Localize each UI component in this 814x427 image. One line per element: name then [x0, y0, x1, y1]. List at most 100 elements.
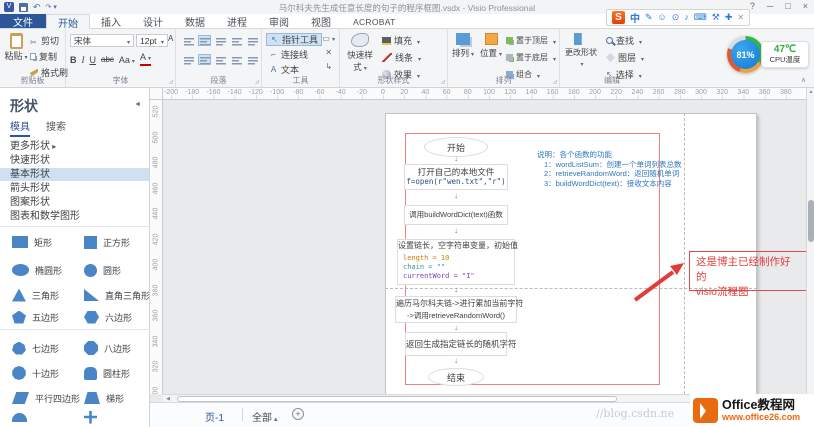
memory-usage-ball[interactable]: 81%: [727, 36, 764, 73]
shape-master[interactable]: [0, 407, 72, 427]
shape-master[interactable]: 十边形: [0, 363, 72, 383]
tab-insert[interactable]: 插入: [90, 14, 132, 29]
shape-master[interactable]: 正方形: [72, 232, 144, 252]
change-case-button[interactable]: Aa: [119, 55, 135, 65]
arrange-button[interactable]: 排列: [450, 33, 476, 59]
shape-master[interactable]: 梯形: [72, 388, 144, 408]
help-button[interactable]: ?: [750, 1, 755, 11]
connector-tool-button[interactable]: ⌐ 连接线: [266, 48, 322, 61]
fill-button[interactable]: 填充: [382, 34, 421, 47]
shape-master[interactable]: 圆形: [72, 260, 144, 280]
tab-search[interactable]: 搜索: [46, 118, 66, 137]
font-family-select[interactable]: 宋体: [70, 34, 134, 47]
close-button[interactable]: ×: [803, 1, 808, 11]
collapse-panel-icon[interactable]: [134, 98, 141, 108]
sidebar-item-charting-shapes[interactable]: 图表和数学图形: [0, 210, 149, 223]
function-notes-text[interactable]: 说明：各个函数的功能 1：wordListSum：创建一个单词列表总数 2：re…: [537, 150, 697, 188]
page-tab[interactable]: 页-1: [205, 409, 224, 424]
skin-icon[interactable]: ✚: [725, 11, 733, 24]
shape-master[interactable]: 七边形: [0, 338, 72, 358]
ime-close-icon[interactable]: ✕: [737, 13, 744, 22]
smiley-icon[interactable]: ☺: [658, 11, 667, 24]
align-top-icon[interactable]: [182, 54, 195, 65]
find-button[interactable]: 查找: [606, 34, 644, 47]
flow-step-traverse-chain[interactable]: 遍历马尔科夫链->进行累加当前字符 ->调用retrieveRandomWord…: [395, 296, 523, 323]
tab-design[interactable]: 设计: [132, 14, 174, 29]
copy-button[interactable]: 复制: [30, 50, 68, 63]
shape-master[interactable]: 八边形: [72, 338, 144, 358]
undo-icon[interactable]: [33, 2, 41, 13]
minimize-button[interactable]: ─: [767, 1, 773, 11]
shape-master[interactable]: 六边形: [72, 307, 144, 327]
shape-master[interactable]: 圆柱形: [72, 363, 144, 383]
shape-master[interactable]: 三角形: [0, 285, 72, 305]
font-color-button[interactable]: A: [139, 52, 151, 66]
shape-master[interactable]: 椭圆形: [0, 260, 72, 280]
bring-to-front-button[interactable]: 置于顶层: [506, 34, 556, 47]
save-icon[interactable]: [19, 2, 28, 12]
sidebar-item-more-shapes[interactable]: 更多形状: [0, 140, 149, 153]
layers-button[interactable]: 图层: [606, 51, 644, 64]
tab-data[interactable]: 数据: [174, 14, 216, 29]
align-middle-icon[interactable]: [198, 54, 211, 65]
send-to-back-button[interactable]: 置于底层: [506, 51, 556, 64]
flow-step-open-file[interactable]: 打开自己的本地文件 f=open(r"wen.txt","r"): [404, 164, 508, 190]
decrease-indent-icon[interactable]: [230, 54, 243, 65]
bullets-icon[interactable]: [230, 35, 243, 46]
sidebar-item-pattern-shapes[interactable]: 图案形状: [0, 196, 149, 209]
tab-acrobat[interactable]: ACROBAT: [342, 14, 407, 28]
mic-icon[interactable]: ♪: [684, 11, 689, 24]
sogou-logo-icon[interactable]: S: [612, 11, 625, 24]
ime-language-icon[interactable]: 中: [630, 10, 640, 25]
visio-app-icon[interactable]: [4, 2, 14, 12]
tab-review[interactable]: 审阅: [258, 14, 300, 29]
paste-button[interactable]: 粘贴: [4, 33, 28, 73]
shape-master[interactable]: 矩形: [0, 232, 72, 252]
all-pages-dropdown[interactable]: 全部: [252, 409, 277, 424]
sidebar-item-basic-shapes[interactable]: 基本形状: [0, 168, 149, 181]
shape-master[interactable]: 五边形: [0, 307, 72, 327]
keyboard-icon[interactable]: ⌨: [694, 11, 707, 24]
shape-master[interactable]: 平行四边形: [0, 388, 80, 408]
toolbox-icon[interactable]: ⚒: [712, 11, 720, 24]
align-bottom-icon[interactable]: [214, 54, 227, 65]
align-left-icon[interactable]: [182, 35, 195, 46]
clock-icon[interactable]: ⊙: [672, 11, 680, 24]
position-button[interactable]: 位置: [478, 33, 504, 59]
flow-step-return-result[interactable]: 返回生成指定链长的随机字符: [405, 332, 517, 356]
underline-button[interactable]: U: [90, 55, 97, 65]
drawing-viewport[interactable]: 开始 打开自己的本地文件 f=open(r"wen.txt","r") 调用bu…: [163, 100, 806, 394]
pointer-tool-button[interactable]: ↖ 指针工具: [266, 33, 323, 46]
tab-view[interactable]: 视图: [300, 14, 342, 29]
scroll-up-icon[interactable]: ▲: [807, 88, 814, 96]
connection-point-tool-button[interactable]: ✕: [325, 48, 332, 57]
flow-end-shape[interactable]: 结束: [428, 368, 484, 386]
add-page-button[interactable]: [292, 408, 304, 420]
text-block-tool-button[interactable]: ↳: [325, 62, 332, 71]
grow-font-button[interactable]: A: [168, 34, 173, 43]
cpu-temperature-pill[interactable]: 47℃ CPU温度: [761, 41, 809, 68]
shape-master[interactable]: 直角三角形: [72, 285, 149, 305]
line-button[interactable]: 线条: [382, 51, 421, 64]
align-right-icon[interactable]: [214, 35, 227, 46]
font-size-select[interactable]: 12pt: [136, 34, 168, 47]
cpu-monitor-widget[interactable]: 81% 47℃ CPU温度: [727, 36, 809, 73]
flow-step-init-vars[interactable]: 设置链长，空字符串变量，初始值 length = 10 chain = "" c…: [397, 239, 518, 285]
quick-styles-button[interactable]: 快速样式: [344, 33, 376, 73]
restore-button[interactable]: □: [785, 1, 790, 11]
vertical-scrollbar[interactable]: ▲ ▼: [806, 88, 814, 402]
collapse-ribbon-icon[interactable]: [801, 76, 806, 84]
sidebar-item-quick-shapes[interactable]: 快速形状: [0, 154, 149, 167]
change-shape-button[interactable]: 更改形状: [564, 33, 598, 68]
tab-file[interactable]: 文件: [0, 14, 46, 29]
shape-master[interactable]: [72, 407, 144, 427]
strikethrough-button[interactable]: abc: [101, 55, 114, 64]
increase-indent-icon[interactable]: [246, 54, 259, 65]
bold-button[interactable]: B: [70, 55, 77, 65]
red-annotation-box[interactable]: 这是博主已经制作好的 visio流程图: [689, 251, 806, 298]
tab-stencils[interactable]: 模具: [10, 118, 30, 137]
vertical-scrollbar-thumb[interactable]: [808, 200, 814, 242]
italic-button[interactable]: I: [82, 55, 85, 65]
tab-process[interactable]: 进程: [216, 14, 258, 29]
sidebar-item-arrow-shapes[interactable]: 箭头形状: [0, 182, 149, 195]
